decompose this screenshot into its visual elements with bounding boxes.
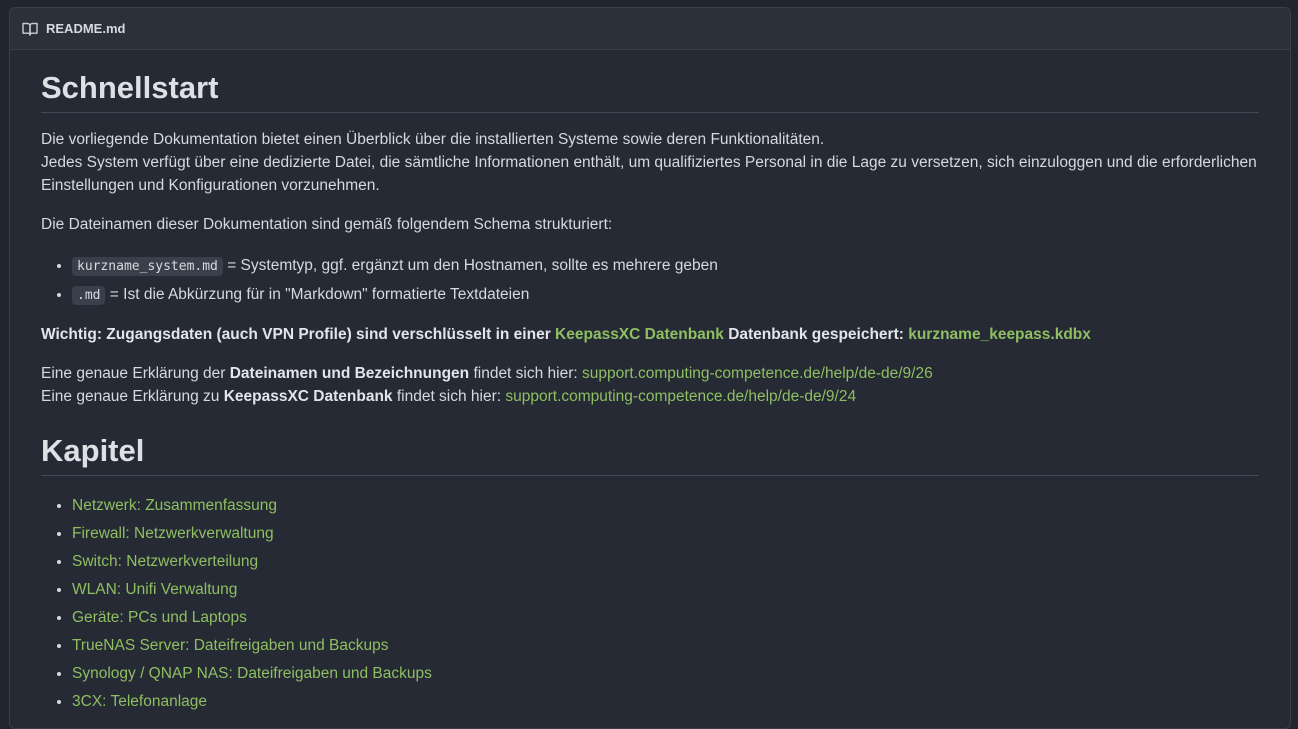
list-item-text: = Systemtyp, ggf. ergänzt um den Hostnam…	[222, 257, 718, 275]
expl2-middle: findet sich hier:	[392, 388, 506, 406]
file-name: README.md	[46, 21, 126, 36]
readme-panel: README.md Schnellstart Die vorliegende D…	[9, 7, 1291, 729]
file-header: README.md	[10, 8, 1290, 50]
chapter-link-wlan[interactable]: WLAN: Unifi Verwaltung	[72, 581, 237, 598]
chapter-link-synology-qnap[interactable]: Synology / QNAP NAS: Dateifreigaben und …	[72, 665, 432, 682]
inline-code: .md	[72, 286, 106, 306]
chapter-link-firewall[interactable]: Firewall: Netzwerkverwaltung	[72, 525, 274, 542]
support-link-keepassxc[interactable]: support.computing-competence.de/help/de-…	[505, 388, 856, 405]
important-middle: Datenbank gespeichert:	[723, 326, 909, 344]
expl2-bold: KeepassXC Datenbank	[223, 388, 393, 406]
kdbx-file-link[interactable]: kurzname_keepass.kdbx	[908, 326, 1091, 343]
expl2-prefix: Eine genaue Erklärung zu	[41, 388, 224, 406]
intro-line-2: Jedes System verfügt über eine dediziert…	[41, 154, 1257, 195]
list-item: kurzname_system.md = Systemtyp, ggf. erg…	[72, 252, 1259, 281]
chapter-item: Geräte: PCs und Laptops	[72, 604, 1259, 632]
chapter-item: Firewall: Netzwerkverwaltung	[72, 520, 1259, 548]
explanation-paragraph: Eine genaue Erklärung der Dateinamen und…	[41, 362, 1259, 408]
chapter-item: TrueNAS Server: Dateifreigaben und Backu…	[72, 632, 1259, 660]
chapter-item: 3CX: Telefonanlage	[72, 688, 1259, 716]
markdown-body: Schnellstart Die vorliegende Dokumentati…	[10, 50, 1290, 716]
filename-list: kurzname_system.md = Systemtyp, ggf. erg…	[41, 252, 1259, 310]
important-note: Wichtig: Zugangsdaten (auch VPN Profile)…	[41, 323, 1259, 346]
list-item-text: = Ist die Abkürzung für in "Markdown" fo…	[105, 286, 530, 304]
inline-code: kurzname_system.md	[72, 257, 223, 277]
expl1-middle: findet sich hier:	[469, 365, 582, 383]
chapter-link-geraete[interactable]: Geräte: PCs und Laptops	[72, 609, 247, 626]
chapter-link-netzwerk[interactable]: Netzwerk: Zusammenfassung	[72, 497, 277, 514]
chapter-link-3cx[interactable]: 3CX: Telefonanlage	[72, 693, 207, 710]
important-prefix: Wichtig: Zugangsdaten (auch VPN Profile)…	[41, 326, 556, 344]
chapter-item: Synology / QNAP NAS: Dateifreigaben und …	[72, 660, 1259, 688]
expl1-prefix: Eine genaue Erklärung der	[41, 365, 230, 383]
heading-kapitel: Kapitel	[41, 408, 1259, 477]
chapter-link-truenas[interactable]: TrueNAS Server: Dateifreigaben und Backu…	[72, 637, 388, 654]
schema-paragraph: Die Dateinamen dieser Dokumentation sind…	[41, 216, 613, 234]
chapter-list: Netzwerk: Zusammenfassung Firewall: Netz…	[41, 492, 1259, 716]
intro-line-1: Die vorliegende Dokumentation bietet ein…	[41, 131, 825, 149]
heading-schnellstart: Schnellstart	[41, 50, 1259, 114]
chapter-item: Netzwerk: Zusammenfassung	[72, 492, 1259, 520]
intro-paragraph: Die vorliegende Dokumentation bietet ein…	[41, 128, 1259, 197]
chapter-item: WLAN: Unifi Verwaltung	[72, 576, 1259, 604]
list-item: .md = Ist die Abkürzung für in "Markdown…	[72, 281, 1259, 310]
keepassxc-link[interactable]: KeepassXC Datenbank	[555, 326, 724, 343]
expl1-bold: Dateinamen und Bezeichnungen	[229, 365, 470, 383]
book-icon	[22, 22, 38, 36]
support-link-filenames[interactable]: support.computing-competence.de/help/de-…	[582, 365, 933, 382]
chapter-link-switch[interactable]: Switch: Netzwerkverteilung	[72, 553, 258, 570]
chapter-item: Switch: Netzwerkverteilung	[72, 548, 1259, 576]
